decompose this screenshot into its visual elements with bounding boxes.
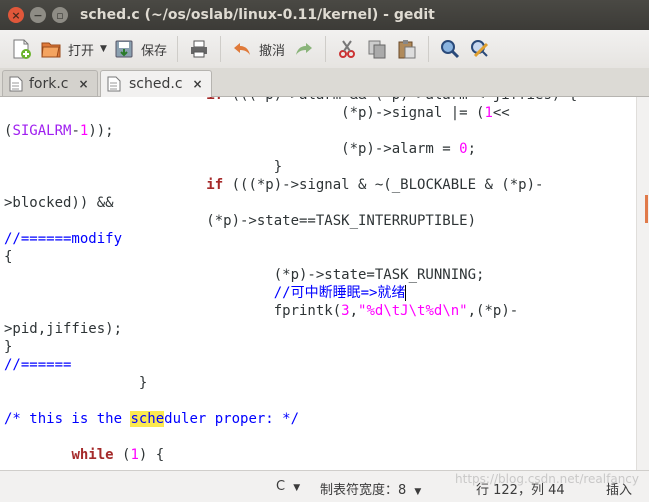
paste-icon	[398, 40, 416, 59]
minimize-window-button[interactable]: −	[30, 7, 46, 23]
toolbar-separator	[427, 36, 429, 62]
find-replace-button[interactable]	[465, 34, 495, 64]
open-recent-dropdown[interactable]: ▼	[98, 34, 109, 64]
undo-label: 撤消	[258, 43, 285, 59]
tab-label: sched.c	[129, 76, 183, 92]
find-replace-icon	[470, 40, 489, 58]
tab-width-label: 制表符宽度：8	[320, 483, 407, 498]
close-tab-icon[interactable]: ×	[79, 77, 89, 91]
language-label: C	[276, 479, 286, 494]
copy-button[interactable]	[362, 34, 392, 64]
scissors-icon	[338, 40, 355, 58]
save-button[interactable]: 保存	[109, 34, 171, 64]
tab-sched-c[interactable]: sched.c ×	[100, 70, 212, 97]
window-title: sched.c (~/os/oslab/linux-0.11/kernel) -…	[80, 7, 435, 23]
open-button[interactable]: 打开	[36, 34, 98, 64]
print-button[interactable]	[184, 34, 214, 64]
text-editor[interactable]: if (((*p)->alarm && (*p)->alarm < jiffie…	[0, 97, 636, 470]
find-button[interactable]	[435, 34, 465, 64]
tab-fork-c[interactable]: fork.c ×	[2, 70, 98, 96]
tab-width-selector[interactable]: 制表符宽度：8 ▼	[320, 479, 421, 498]
save-icon	[115, 40, 133, 58]
dropdown-arrow-icon: ▼	[100, 44, 107, 54]
new-document-icon	[13, 39, 31, 59]
toolbar-separator	[219, 36, 221, 62]
code-text[interactable]: if (((*p)->alarm && (*p)->alarm < jiffie…	[4, 97, 577, 464]
undo-button[interactable]: 撤消	[227, 34, 289, 64]
paste-button[interactable]	[392, 34, 422, 64]
maximize-window-button[interactable]: ▫	[52, 7, 68, 23]
text-file-icon	[107, 76, 121, 92]
folder-open-icon	[41, 42, 61, 58]
toolbar-separator	[324, 36, 326, 62]
scrollbar-thumb[interactable]	[645, 195, 648, 223]
undo-icon	[233, 43, 250, 55]
dropdown-arrow-icon: ▼	[414, 487, 422, 497]
search-icon	[440, 40, 460, 59]
text-file-icon	[9, 76, 23, 91]
title-bar: × − ▫ sched.c (~/os/oslab/linux-0.11/ker…	[0, 0, 649, 30]
dropdown-arrow-icon: ▼	[293, 483, 301, 493]
watermark-text: https://blog.csdn.net/realfancy	[455, 472, 639, 486]
cut-button[interactable]	[332, 34, 362, 64]
redo-button[interactable]	[289, 34, 319, 64]
toolbar-separator	[176, 36, 178, 62]
printer-icon	[190, 40, 207, 58]
close-window-button[interactable]: ×	[8, 7, 24, 23]
save-label: 保存	[140, 43, 167, 59]
copy-icon	[368, 40, 386, 59]
vertical-scrollbar[interactable]	[636, 97, 649, 470]
close-tab-icon[interactable]: ×	[193, 77, 203, 91]
document-tabs: fork.c × sched.c ×	[0, 68, 649, 97]
toolbar: 打开 ▼ 保存 撤消	[0, 30, 649, 68]
tab-label: fork.c	[29, 75, 69, 92]
redo-icon	[295, 43, 312, 55]
open-label: 打开	[68, 43, 95, 59]
new-document-button[interactable]	[6, 34, 36, 64]
language-selector[interactable]: C ▼	[276, 479, 300, 494]
